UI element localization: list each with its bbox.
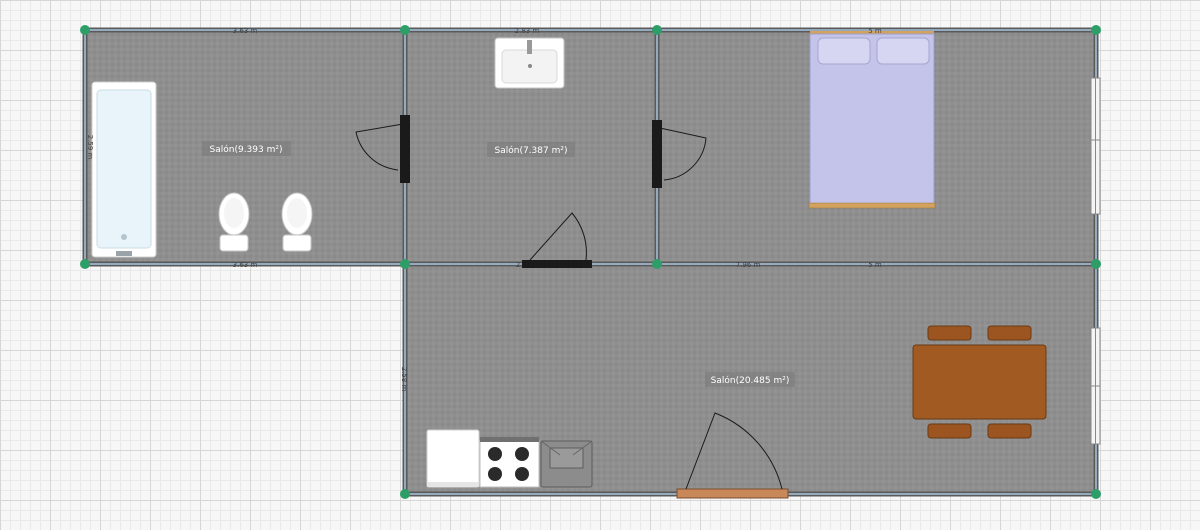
stove-icon[interactable] <box>479 437 540 488</box>
room-label-bathroom: Salón(9.393 m²) <box>202 141 291 156</box>
kitchen-counter-icon[interactable] <box>540 440 593 488</box>
dimension-label: 5 m <box>868 27 882 35</box>
wall-node-handle <box>1091 489 1101 499</box>
wall-node-handle <box>80 25 90 35</box>
bathtub-icon[interactable] <box>91 81 157 258</box>
toilet-icon[interactable] <box>281 192 313 252</box>
dimension-label: 2.59 m <box>86 135 94 160</box>
svg-text:Salón(9.393 m²): Salón(9.393 m²) <box>210 144 283 155</box>
dimension-label: 7.96 m <box>736 261 761 269</box>
dimension-label: 5 m <box>868 261 882 269</box>
wall-node-handle <box>400 259 410 269</box>
kitchen-counter-icon[interactable] <box>426 429 480 488</box>
floor-plan-canvas[interactable]: 3.63 m 2.83 m 5 m 2.59 m 3.63 m 2 7.96 m… <box>0 0 1200 530</box>
svg-text:Salón(20.485 m²): Salón(20.485 m²) <box>711 375 790 386</box>
window-icon[interactable] <box>1090 327 1101 445</box>
wall-node-handle <box>652 25 662 35</box>
room-label-wc: Salón(7.387 m²) <box>487 142 575 157</box>
wall-node-handle <box>652 259 662 269</box>
dimension-label: 2.58 m <box>400 367 408 392</box>
wall-node-handle <box>1091 25 1101 35</box>
wall-node-handle <box>1091 259 1101 269</box>
toilet-icon[interactable] <box>218 192 250 252</box>
dimension-label: 3.63 m <box>233 261 258 269</box>
dimension-label: 2 <box>516 261 520 269</box>
bed-icon[interactable] <box>808 31 936 209</box>
svg-text:Salón(7.387 m²): Salón(7.387 m²) <box>495 145 568 156</box>
wall-node-handle <box>400 489 410 499</box>
dimension-label: 2.83 m <box>515 27 540 35</box>
sink-icon[interactable] <box>494 37 565 89</box>
wall-node-handle <box>80 259 90 269</box>
wall-node-handle <box>400 25 410 35</box>
room-label-living: Salón(20.485 m²) <box>705 372 795 387</box>
dimension-label: 3.63 m <box>233 27 258 35</box>
window-icon[interactable] <box>1090 77 1101 215</box>
